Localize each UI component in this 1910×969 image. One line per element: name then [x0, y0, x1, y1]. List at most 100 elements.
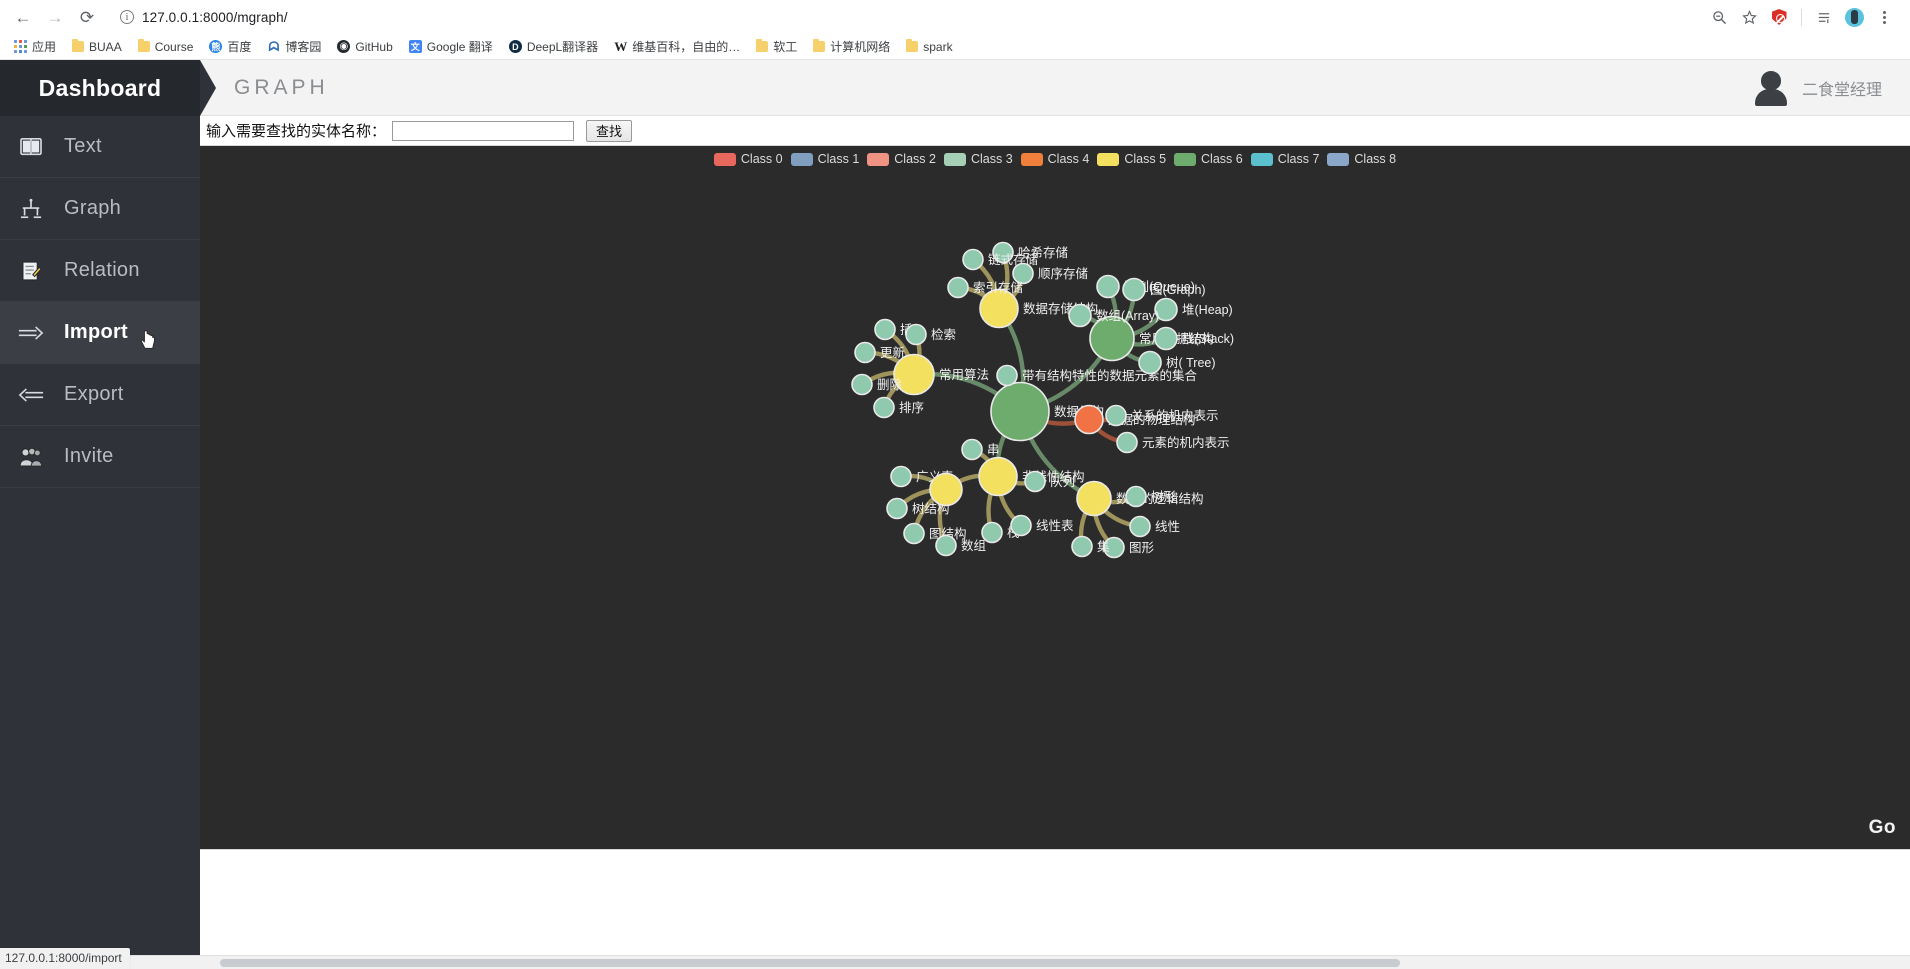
graph-node[interactable] [1024, 470, 1046, 493]
back-button[interactable]: ← [8, 3, 38, 31]
sidebar-item-text[interactable]: Text [0, 116, 200, 178]
bookmark-buaa[interactable]: BUAA [64, 38, 130, 56]
sidebar-item-graph[interactable]: Graph [0, 178, 200, 240]
reload-button[interactable]: ⟳ [72, 3, 102, 31]
graph-node-label: 线性 [1155, 520, 1180, 534]
bookmark-google-translate[interactable]: 文 Google 翻译 [401, 36, 501, 57]
graph-node[interactable] [929, 472, 963, 507]
forward-button[interactable]: → [40, 3, 70, 31]
main-content: GRAPH 二食堂经理 输入需要查找的实体名称： 查找 Class 0 Clas… [200, 60, 1910, 969]
graph-node[interactable] [1096, 274, 1120, 299]
application-root: Dashboard Text Graph Relation Import Exp… [0, 60, 1910, 969]
go-button[interactable]: Go [1869, 817, 1896, 839]
bookmark-spark[interactable]: spark [898, 38, 960, 56]
graph-node[interactable] [1068, 303, 1092, 328]
bookmark-apps[interactable]: 应用 [6, 36, 64, 57]
cnblogs-icon: ᗣ [268, 38, 280, 54]
legend-item[interactable]: Class 7 [1250, 152, 1319, 166]
legend-item[interactable]: Class 3 [943, 152, 1013, 166]
graph-node[interactable] [890, 465, 912, 488]
legend-label: Class 5 [1124, 152, 1167, 166]
browser-toolbar: ← → ⟳ i 127.0.0.1:8000/mgraph/ [0, 0, 1910, 34]
sidebar-item-export[interactable]: Export [0, 364, 200, 426]
adblock-shield-icon[interactable] [1765, 3, 1793, 31]
bookmark-ruangong[interactable]: 软工 [748, 36, 805, 57]
graph-node[interactable] [1105, 404, 1127, 427]
legend-item[interactable]: Class 8 [1327, 152, 1396, 166]
site-info-icon[interactable]: i [120, 10, 134, 24]
bookmark-wikipedia[interactable]: W 维基百科，自由的… [606, 36, 748, 57]
toolbar-divider [1801, 8, 1802, 26]
graph-node[interactable] [1089, 315, 1135, 362]
reading-list-icon[interactable] [1810, 3, 1838, 31]
legend-item[interactable]: Class 4 [1020, 152, 1089, 166]
graph-node[interactable] [1076, 480, 1112, 517]
graph-node[interactable] [947, 276, 969, 299]
graph-node[interactable] [990, 381, 1050, 442]
zoom-out-icon[interactable] [1705, 3, 1733, 31]
legend-item[interactable]: Class 0 [713, 152, 783, 166]
graph-node[interactable] [873, 396, 895, 419]
sidebar-item-invite[interactable]: Invite [0, 426, 200, 488]
graph-node[interactable] [979, 288, 1019, 329]
bookmark-baidu[interactable]: 熊 百度 [201, 36, 259, 57]
address-bar[interactable]: i 127.0.0.1:8000/mgraph/ [110, 4, 1695, 30]
bookmark-deepl[interactable]: D DeepL翻译器 [501, 36, 606, 57]
profile-avatar-icon[interactable] [1840, 3, 1868, 31]
search-input[interactable] [392, 120, 575, 141]
graph-node[interactable] [886, 497, 908, 520]
bookmark-cnblogs[interactable]: ᗣ 博客园 [259, 36, 329, 57]
graph-node[interactable] [961, 438, 983, 461]
graph-node[interactable] [851, 373, 873, 396]
legend-item[interactable]: Class 2 [867, 152, 936, 166]
invite-users-icon [16, 442, 46, 472]
graph-node[interactable] [978, 456, 1018, 497]
scrollbar-thumb[interactable] [220, 959, 1400, 967]
bookmark-course[interactable]: Course [130, 38, 202, 56]
graph-node-label: 图形 [1129, 541, 1155, 555]
user-profile[interactable]: 二食堂经理 [1752, 69, 1882, 107]
bookmark-network[interactable]: 计算机网络 [805, 36, 898, 57]
graph-node[interactable] [874, 318, 896, 341]
graph-node-label: 栈(Stack) [1182, 331, 1234, 346]
bookmark-star-icon[interactable] [1735, 3, 1763, 31]
sidebar-item-label: Relation [64, 259, 140, 281]
graph-node[interactable] [903, 522, 925, 545]
graph-node[interactable] [1129, 515, 1151, 538]
legend-item[interactable]: Class 1 [790, 152, 859, 166]
legend-swatch [713, 152, 736, 166]
graph-node[interactable] [996, 364, 1018, 387]
graph-node[interactable] [1071, 535, 1093, 558]
legend-swatch [790, 152, 813, 166]
graph-canvas[interactable]: Class 0 Class 1 Class 2 Class 3 Class 4 … [200, 146, 1910, 849]
graph-node[interactable] [962, 248, 984, 271]
legend-item[interactable]: Class 5 [1097, 152, 1166, 166]
graph-node[interactable] [854, 341, 876, 364]
legend-item[interactable]: Class 6 [1174, 152, 1243, 166]
sidebar: Dashboard Text Graph Relation Import Exp… [0, 60, 200, 969]
graph-node[interactable] [1138, 350, 1162, 375]
graph-node[interactable] [1122, 277, 1146, 302]
sidebar-item-relation[interactable]: Relation [0, 240, 200, 302]
graph-legend: Class 0 Class 1 Class 2 Class 3 Class 4 … [200, 152, 1910, 166]
graph-node[interactable] [1010, 514, 1032, 537]
chrome-menu-icon[interactable] [1870, 3, 1898, 31]
graph-node[interactable] [1074, 404, 1104, 435]
graph-node[interactable] [935, 534, 957, 557]
graph-node[interactable] [1116, 431, 1138, 454]
graph-node[interactable] [905, 323, 927, 346]
knowledge-graph[interactable]: 数据结构带有结构特性的数据元素的集合常用算法插入检索更新删除排序数据存储结构哈希… [200, 146, 1910, 849]
legend-label: Class 8 [1354, 152, 1397, 166]
graph-node[interactable] [1125, 485, 1147, 508]
graph-nodes[interactable]: 数据结构带有结构特性的数据元素的集合常用算法插入检索更新删除排序数据存储结构哈希… [851, 241, 1234, 559]
graph-node-label: 集 [1097, 539, 1110, 554]
bookmark-github[interactable]: ◉ GitHub [329, 38, 400, 56]
folder-icon [72, 39, 85, 52]
sidebar-item-import[interactable]: Import [0, 302, 200, 364]
apps-grid-icon [14, 40, 27, 53]
graph-node[interactable] [1154, 326, 1178, 351]
graph-node-label: 线性表 [1036, 519, 1074, 533]
graph-node[interactable] [981, 521, 1003, 544]
horizontal-scrollbar[interactable] [0, 955, 1910, 969]
search-button[interactable]: 查找 [586, 119, 633, 142]
